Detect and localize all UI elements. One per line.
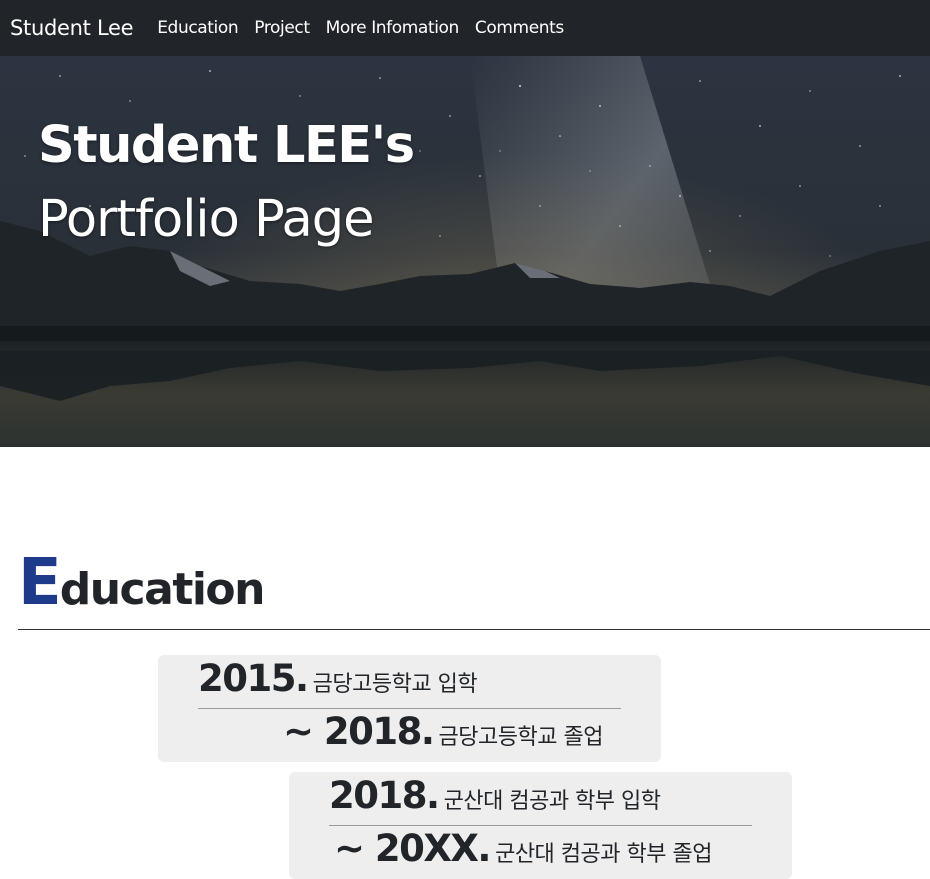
hero-title-line1: Student LEE's: [38, 116, 415, 175]
education-end-year: ~ 2018.: [283, 710, 435, 753]
card-divider: [198, 708, 621, 709]
education-start-year: 2015.: [198, 657, 309, 700]
hero-background-image: [0, 56, 930, 447]
education-heading-rest: ducation: [59, 564, 266, 615]
education-start-year: 2018.: [329, 774, 440, 817]
hero-banner: Student LEE's Portfolio Page: [0, 56, 930, 447]
hero-title-line2: Portfolio Page: [38, 190, 374, 249]
education-start-event: 군산대 컴공과 학부 입학: [443, 789, 661, 814]
education-start-line: 2018. 군산대 컴공과 학부 입학: [329, 774, 661, 817]
education-end-line: ~ 20XX. 군산대 컴공과 학부 졸업: [334, 827, 712, 870]
card-divider: [329, 825, 752, 826]
education-heading: Education: [18, 546, 266, 620]
education-end-line: ~ 2018. 금당고등학교 졸업: [283, 710, 603, 753]
education-end-year: ~ 20XX.: [334, 827, 491, 870]
education-heading-initial: E: [18, 546, 62, 620]
education-start-event: 금당고등학교 입학: [312, 672, 478, 697]
education-start-line: 2015. 금당고등학교 입학: [198, 657, 478, 700]
navbar-brand[interactable]: Student Lee: [10, 16, 134, 40]
education-card-highschool: 2015. 금당고등학교 입학 ~ 2018. 금당고등학교 졸업: [158, 655, 661, 762]
education-end-event: 군산대 컴공과 학부 졸업: [495, 842, 712, 867]
nav-link-project[interactable]: Project: [254, 18, 310, 38]
education-card-university: 2018. 군산대 컴공과 학부 입학 ~ 20XX. 군산대 컴공과 학부 졸…: [289, 772, 792, 879]
section-divider: [18, 629, 930, 630]
top-navbar: Student Lee Education Project More Infom…: [0, 0, 930, 56]
nav-link-comments[interactable]: Comments: [475, 18, 564, 38]
nav-link-education[interactable]: Education: [157, 18, 238, 38]
nav-link-more-information[interactable]: More Infomation: [326, 18, 460, 38]
education-end-event: 금당고등학교 졸업: [438, 725, 604, 750]
